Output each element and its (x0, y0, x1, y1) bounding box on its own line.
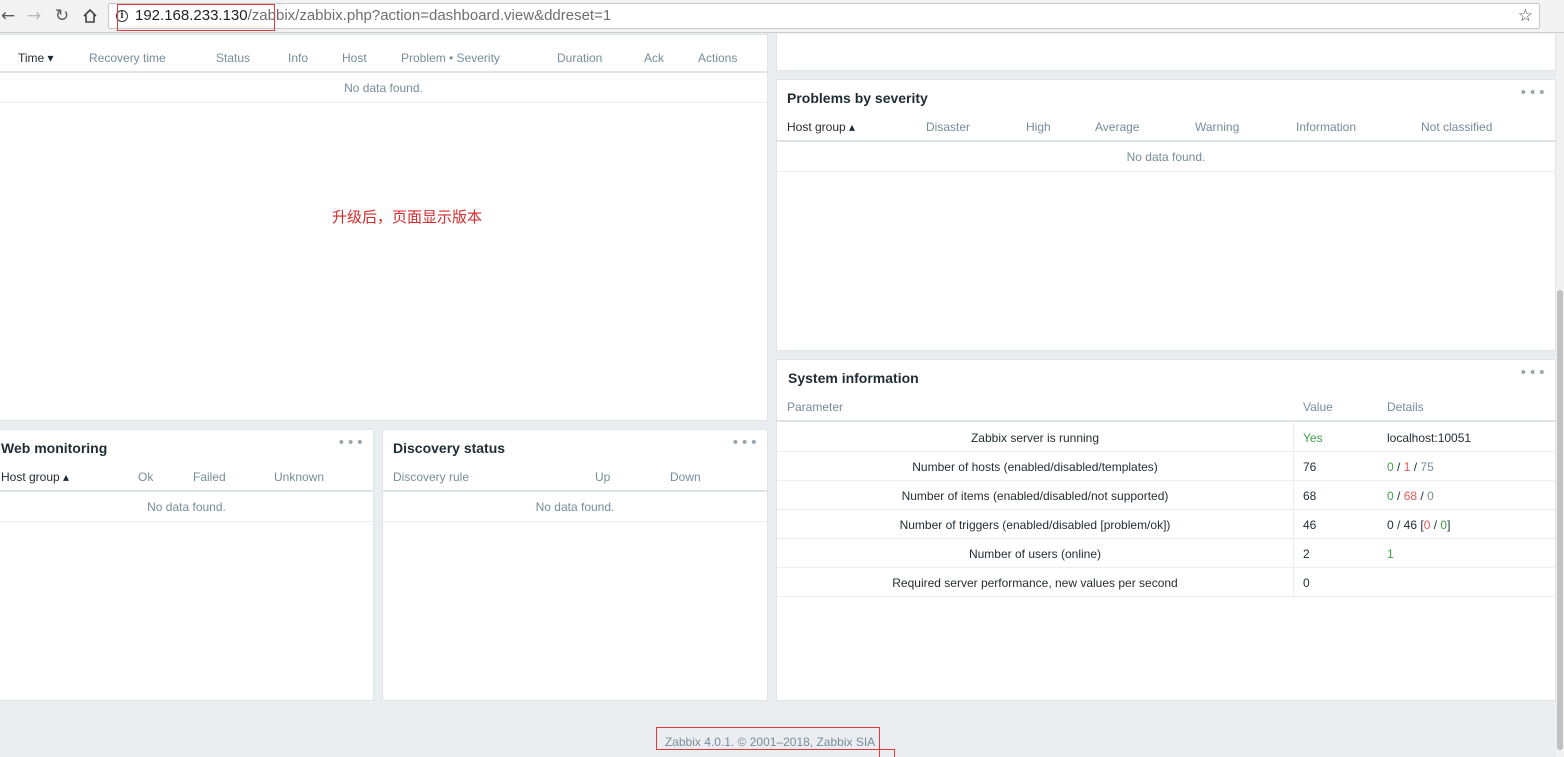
bookmark-star-icon[interactable]: ☆ (1518, 6, 1533, 26)
reload-icon[interactable]: ↻ (50, 4, 74, 28)
col-host: Host (342, 51, 367, 65)
param-details: 0 / 68 / 0 (1387, 489, 1434, 503)
discovery-table-header: Discovery rule Up Down (383, 462, 767, 492)
col-host-group[interactable]: Host group ▴ (787, 120, 855, 134)
col-up: Up (595, 470, 611, 484)
web-monitoring-widget: Web monitoring ••• Host group ▴ Ok Faile… (0, 429, 374, 701)
sysinfo-row-items: Number of items (enabled/disabled/not su… (777, 481, 1555, 510)
forward-arrow-icon[interactable]: → (22, 4, 46, 28)
col-details: Details (1387, 400, 1424, 414)
col-down: Down (670, 470, 701, 484)
col-info: Info (288, 51, 309, 65)
highlight-box-footer (656, 727, 880, 750)
col-disaster: Disaster (926, 120, 971, 134)
col-parameter: Parameter (787, 400, 844, 414)
param-label: Zabbix server is running (970, 431, 1100, 445)
address-bar[interactable]: i 192.168.233.130/zabbix/zabbix.php?acti… (108, 3, 1540, 29)
param-value: 0 (1303, 576, 1310, 590)
widget-title: Discovery status (393, 440, 506, 456)
param-value: Yes (1303, 431, 1323, 445)
widget-title: Web monitoring (1, 440, 108, 456)
back-arrow-icon[interactable]: ← (0, 4, 20, 28)
col-ack: Ack (644, 51, 665, 65)
col-average: Average (1095, 120, 1140, 134)
col-discovery-rule: Discovery rule (393, 470, 470, 484)
sysinfo-row-hosts: Number of hosts (enabled/disabled/templa… (777, 452, 1555, 481)
sysinfo-row-performance: Required server performance, new values … (777, 568, 1555, 597)
no-data-row: No data found. (0, 74, 767, 103)
col-failed: Failed (193, 470, 226, 484)
param-details: 0 / 46 [0 / 0] (1387, 518, 1451, 532)
col-high: High (1026, 120, 1051, 134)
no-data-row: No data found. (0, 493, 373, 522)
top-right-widget (776, 34, 1556, 71)
col-time[interactable]: Time ▾ (18, 51, 54, 65)
system-information-widget: System information ••• Parameter Value D… (776, 359, 1556, 701)
highlight-box-url (117, 4, 275, 31)
col-unknown: Unknown (274, 470, 325, 484)
problems-table-header: Time ▾ Recovery time Status Info Host Pr… (0, 43, 767, 73)
url-path: /zabbix/zabbix.php?action=dashboard.view… (247, 7, 612, 24)
problems-widget: Time ▾ Recovery time Status Info Host Pr… (0, 34, 768, 421)
widget-title: Problems by severity (787, 90, 928, 106)
col-ok: Ok (138, 470, 154, 484)
param-value: 2 (1303, 547, 1310, 561)
highlight-box-footer-tab (879, 749, 895, 757)
param-details: 0 / 1 / 75 (1387, 460, 1434, 474)
no-data-row: No data found. (383, 493, 767, 522)
widget-title: System information (788, 370, 919, 386)
severity-table-header: Host group ▴ Disaster High Average Warni… (777, 112, 1555, 142)
col-actions: Actions (698, 51, 738, 65)
col-not-classified: Not classified (1421, 120, 1493, 134)
sysinfo-row-server-running: Zabbix server is running Yes localhost:1… (777, 423, 1555, 452)
sysinfo-table-header: Parameter Value Details (777, 392, 1555, 422)
home-icon[interactable] (78, 4, 102, 28)
col-duration: Duration (557, 51, 603, 65)
col-host-group[interactable]: Host group ▴ (1, 470, 69, 484)
widget-menu-icon[interactable]: ••• (1519, 85, 1547, 101)
discovery-status-widget: Discovery status ••• Discovery rule Up D… (382, 429, 768, 701)
col-status: Status (216, 51, 251, 65)
sysinfo-row-triggers: Number of triggers (enabled/disabled [pr… (777, 510, 1555, 539)
col-recovery-time: Recovery time (89, 51, 166, 65)
param-label: Number of triggers (enabled/disabled [pr… (899, 518, 1171, 532)
problems-by-severity-widget: Problems by severity ••• Host group ▴ Di… (776, 79, 1556, 351)
sysinfo-row-users: Number of users (online) 2 1 (777, 539, 1555, 568)
col-problem-severity: Problem • Severity (401, 51, 500, 65)
param-details: localhost:10051 (1387, 431, 1472, 445)
param-label: Required server performance, new values … (892, 576, 1178, 590)
param-value: 68 (1303, 489, 1317, 503)
col-information: Information (1296, 120, 1357, 134)
widget-menu-icon[interactable]: ••• (337, 435, 365, 451)
widget-menu-icon[interactable]: ••• (731, 435, 759, 451)
col-value: Value (1303, 400, 1333, 414)
col-warning: Warning (1195, 120, 1240, 134)
param-label: Number of hosts (enabled/disabled/templa… (912, 460, 1158, 474)
annotation-text: 升级后，页面显示版本 (332, 208, 483, 226)
scrollbar-thumb[interactable] (1557, 290, 1563, 750)
param-label: Number of users (online) (968, 547, 1102, 561)
param-details: 1 (1387, 547, 1394, 561)
param-value: 76 (1303, 460, 1317, 474)
param-label: Number of items (enabled/disabled/not su… (901, 489, 1169, 503)
no-data-row: No data found. (777, 143, 1555, 172)
web-table-header: Host group ▴ Ok Failed Unknown (0, 462, 373, 492)
widget-menu-icon[interactable]: ••• (1519, 365, 1547, 381)
param-value: 46 (1303, 518, 1317, 532)
